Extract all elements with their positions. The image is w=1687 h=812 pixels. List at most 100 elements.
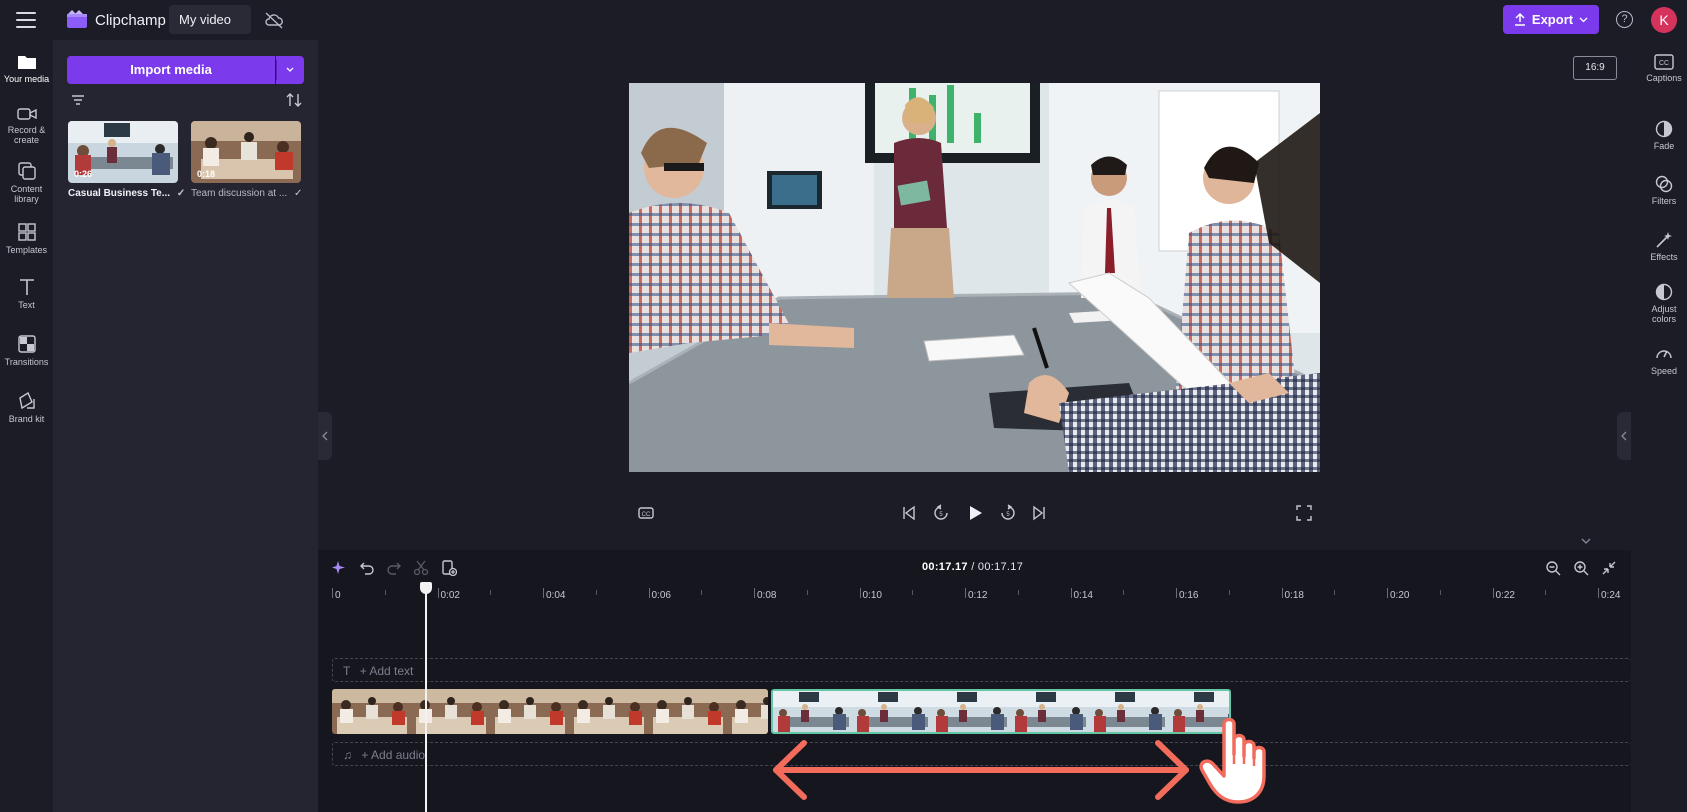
- ruler-minor-tick: [701, 590, 703, 595]
- avatar[interactable]: K: [1651, 7, 1677, 33]
- rewind-5s-icon[interactable]: 5: [932, 504, 950, 522]
- video-camera-icon: [16, 108, 37, 120]
- rail-label: Speed: [1650, 366, 1678, 376]
- total-time: / 00:17.17: [971, 561, 1024, 573]
- ruler-tick: [437, 588, 439, 598]
- ruler-label: 0:02: [440, 590, 460, 601]
- aspect-ratio-button[interactable]: 16:9: [1573, 56, 1617, 80]
- ruler-tick: [648, 588, 650, 598]
- forward-5s-icon[interactable]: 5: [999, 504, 1017, 522]
- ruler-tick: [754, 588, 755, 598]
- video-frame: [629, 83, 1320, 472]
- clip-frame: [1089, 691, 1169, 732]
- rail-item-brand-kit[interactable]: Brand kit: [0, 392, 53, 424]
- redo-icon[interactable]: [386, 560, 402, 576]
- ruler-minor-tick: [595, 590, 597, 595]
- rail-item-content-library[interactable]: Content library: [0, 162, 53, 204]
- chevron-down-icon: [1579, 17, 1588, 22]
- clip-frame: [931, 691, 1011, 732]
- clip-frame: [569, 689, 649, 734]
- rail-label: Transitions: [4, 357, 49, 367]
- ruler-minor-tick: [1017, 590, 1019, 595]
- ruler-minor-tick: [1334, 590, 1336, 595]
- rail-item-adjust-colors[interactable]: Adjust colors: [1641, 283, 1687, 324]
- rail-item-templates[interactable]: Templates: [0, 223, 53, 255]
- add-clip-icon[interactable]: [441, 560, 457, 576]
- clip-frame-wrapper: [490, 689, 570, 734]
- split-scissors-icon[interactable]: [413, 560, 429, 576]
- rail-item-speed[interactable]: Speed: [1641, 345, 1687, 376]
- rail-item-transitions[interactable]: Transitions: [0, 335, 53, 367]
- captions-toggle-icon[interactable]: CC: [637, 504, 655, 522]
- rail-label: Your media: [3, 74, 50, 84]
- import-dropdown-button[interactable]: [276, 56, 304, 84]
- clip-frame: [411, 689, 491, 734]
- check-icon: ✓: [293, 188, 303, 199]
- left-rail: Your media Record & create Content libra…: [0, 40, 53, 812]
- timecode-display: 00:17.17 / 00:17.17: [922, 561, 1023, 573]
- fade-icon: [1655, 120, 1673, 138]
- playhead-line[interactable]: [425, 585, 427, 812]
- zoom-in-icon[interactable]: [1573, 560, 1589, 576]
- media-title-1: Casual Business Te... ✓: [68, 188, 185, 199]
- ruler-minor-tick: [806, 590, 808, 595]
- media-thumbnail-1[interactable]: 0:26: [68, 121, 178, 183]
- project-title-field[interactable]: My video: [169, 5, 251, 34]
- rail-item-captions[interactable]: CC Captions: [1641, 54, 1687, 83]
- ruler-label: 0:06: [651, 590, 671, 601]
- double-arrow-icon: [773, 740, 1189, 800]
- folder-icon: [17, 56, 36, 69]
- add-text-track[interactable]: T + Add text: [332, 658, 1631, 682]
- skip-to-end-icon[interactable]: [1030, 504, 1048, 522]
- ruler-tick: [332, 588, 333, 598]
- media-title-text: Team discussion at ...: [191, 188, 288, 199]
- cloud-off-icon[interactable]: [264, 11, 284, 29]
- clip-frame: [490, 689, 570, 734]
- collapse-left-panel-handle[interactable]: [318, 412, 332, 460]
- brand-kit-icon: [18, 392, 35, 410]
- sort-icon[interactable]: [285, 92, 303, 108]
- clip-frame: [852, 691, 932, 732]
- skip-to-start-icon[interactable]: [900, 504, 918, 522]
- rail-item-effects[interactable]: Effects: [1641, 231, 1687, 262]
- svg-text:CC: CC: [1659, 60, 1669, 67]
- menu-icon[interactable]: [16, 12, 36, 28]
- ruler-tick: [1176, 588, 1177, 598]
- help-icon[interactable]: ?: [1616, 11, 1633, 28]
- video-clip-casual-business[interactable]: [771, 689, 1231, 734]
- collapse-right-panel-handle[interactable]: [1617, 412, 1631, 460]
- add-audio-label: + Add audio: [361, 748, 426, 762]
- ruler-label: 0:14: [1073, 590, 1093, 601]
- export-button[interactable]: Export: [1503, 5, 1599, 34]
- timeline-ruler[interactable]: 0 0:02 0:04 0:06 0:08 0:10 0:12 0:14 0:16 0:18 0:2…: [318, 584, 1631, 610]
- clip-frame-wrapper: [852, 691, 932, 732]
- rail-item-your-media[interactable]: Your media: [0, 54, 53, 84]
- ruler-label: 0:10: [862, 590, 882, 601]
- ruler-tick: [965, 588, 966, 598]
- media-thumbnail-2[interactable]: 0:18: [191, 121, 301, 183]
- playhead-handle[interactable]: [420, 582, 432, 594]
- filter-icon[interactable]: [71, 94, 85, 106]
- import-media-button[interactable]: Import media: [67, 56, 275, 84]
- captions-icon: CC: [1654, 54, 1674, 70]
- check-icon: ✓: [176, 188, 186, 199]
- ruler-tick: [1281, 588, 1283, 598]
- rail-item-filters[interactable]: Filters: [1641, 175, 1687, 206]
- duration-badge: 0:26: [74, 169, 93, 179]
- rail-item-fade[interactable]: Fade: [1641, 120, 1687, 151]
- ruler-tick: [1598, 588, 1599, 598]
- video-clip-team-discussion[interactable]: [332, 689, 768, 734]
- fullscreen-icon[interactable]: [1295, 504, 1313, 522]
- ruler-label: 0:04: [546, 590, 566, 601]
- undo-icon[interactable]: [359, 560, 375, 576]
- adjust-colors-icon: [1655, 283, 1673, 301]
- zoom-out-icon[interactable]: [1545, 560, 1561, 576]
- play-icon[interactable]: [966, 504, 984, 522]
- rail-item-text[interactable]: Text: [0, 278, 53, 310]
- clip-frame-wrapper: [411, 689, 491, 734]
- rail-item-record-create[interactable]: Record & create: [0, 107, 53, 145]
- top-bar: Clipchamp My video Export ? K: [0, 0, 1687, 40]
- magic-sparkle-icon[interactable]: [331, 560, 347, 576]
- collapse-timeline-icon[interactable]: [1574, 536, 1598, 546]
- fit-timeline-icon[interactable]: [1601, 560, 1617, 576]
